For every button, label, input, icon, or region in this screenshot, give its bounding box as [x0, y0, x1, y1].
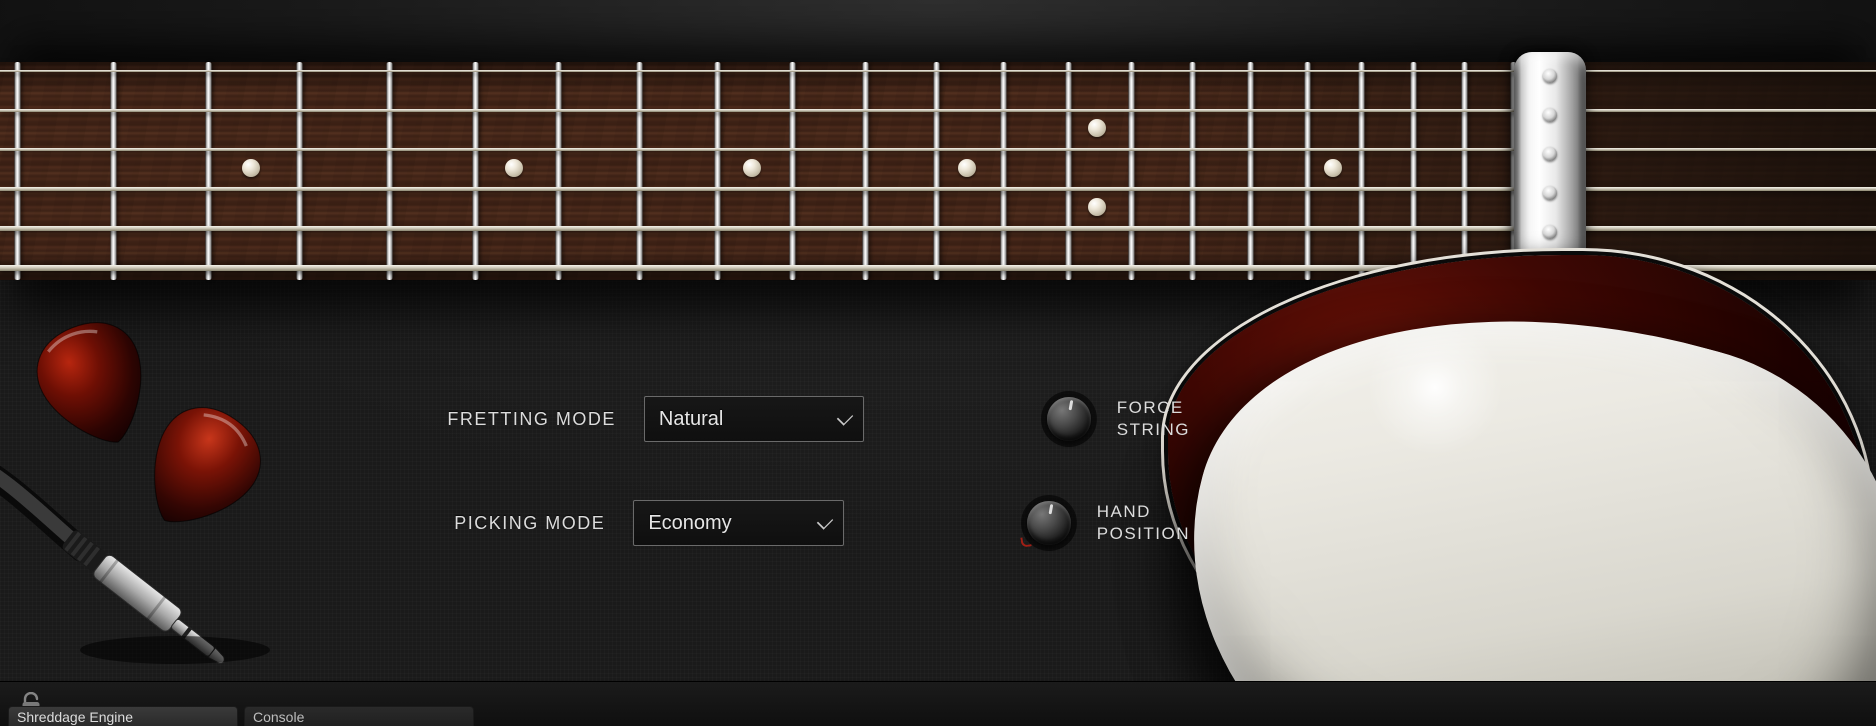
force-string-label: FORCE STRING — [1117, 397, 1190, 441]
fretting-mode-label: FRETTING MODE — [430, 409, 616, 430]
hand-position-label: HAND POSITION — [1097, 501, 1190, 545]
guitar-pickup — [1514, 52, 1586, 290]
force-string-group: FORCE STRING — [1047, 397, 1190, 441]
chevron-down-icon — [817, 513, 833, 529]
picking-mode-value: Economy — [648, 512, 731, 535]
pickup-pole — [1543, 108, 1557, 122]
fretting-row: FRETTING MODE Natural FORCE STRING — [430, 390, 1190, 448]
tab-strip: Shreddage Engine Console — [8, 706, 1868, 726]
chevron-down-icon — [837, 409, 853, 425]
pickup-pole — [1543, 147, 1557, 161]
force-string-knob[interactable] — [1047, 397, 1091, 441]
picking-row: PICKING MODE Economy HAND POSITION — [430, 494, 1190, 552]
picking-mode-label: PICKING MODE — [430, 513, 605, 534]
pickup-pole — [1543, 69, 1557, 83]
hand-position-group: HAND POSITION — [1027, 501, 1190, 545]
fretting-mode-select[interactable]: Natural — [644, 396, 864, 442]
fretting-mode-value: Natural — [659, 408, 723, 431]
performance-controls: FRETTING MODE Natural FORCE STRING PICKI… — [430, 390, 1190, 598]
tab-console[interactable]: Console — [244, 706, 474, 726]
tab-label: Console — [253, 709, 304, 725]
pickup-pole — [1543, 225, 1557, 239]
pickup-pole — [1543, 264, 1557, 278]
tab-shreddage-engine[interactable]: Shreddage Engine — [8, 706, 238, 726]
tab-label: Shreddage Engine — [17, 709, 133, 725]
fretboard[interactable] — [0, 62, 1876, 280]
picking-mode-select[interactable]: Economy — [633, 500, 843, 546]
hand-position-knob[interactable] — [1027, 501, 1071, 545]
status-bar: Shreddage Engine Console — [0, 681, 1876, 726]
instrument-ui-stage: FRETTING MODE Natural FORCE STRING PICKI… — [0, 0, 1876, 726]
pickup-pole — [1543, 186, 1557, 200]
